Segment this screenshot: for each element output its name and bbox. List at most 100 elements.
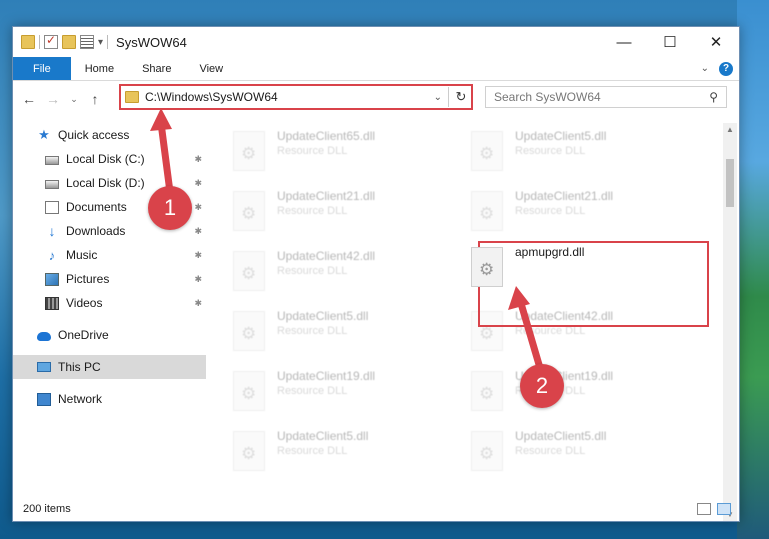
toolbar-separator (107, 35, 109, 49)
large-icons-view-icon[interactable] (717, 503, 731, 515)
close-button[interactable]: ✕ (693, 27, 739, 57)
tab-home[interactable]: Home (71, 57, 128, 80)
dll-file-icon (233, 311, 265, 351)
explorer-window: ▾ SysWOW64 — ☐ ✕ File Home Share View ⌄ … (12, 26, 740, 522)
properties-check-icon[interactable] (44, 33, 58, 49)
dll-file-icon (471, 247, 503, 287)
scrollbar-thumb[interactable] (726, 159, 734, 207)
search-box[interactable]: Search SysWOW64 ⚲ (485, 86, 727, 108)
folder-icon[interactable] (21, 35, 35, 49)
pin-icon[interactable]: ✱ (194, 250, 202, 261)
item-count: 200 items (23, 503, 71, 515)
pin-icon[interactable]: ✱ (194, 274, 202, 285)
quick-access-toolbar: ▾ (21, 33, 109, 49)
file-item[interactable]: UpdateClient21.dll Resource DLL (233, 183, 453, 239)
drive-icon (45, 179, 59, 189)
file-name: apmupgrd.dll (515, 245, 585, 259)
sidebar-item-network[interactable]: Network (13, 387, 206, 411)
file-item[interactable]: UpdateClient42.dll Resource DLL (233, 243, 453, 299)
dll-file-icon (233, 431, 265, 471)
toolbar-separator (39, 35, 40, 49)
sidebar-item-label: Local Disk (D:) (66, 176, 145, 190)
details-view-icon[interactable] (697, 503, 711, 515)
tab-share[interactable]: Share (128, 57, 185, 80)
dll-file-icon (233, 251, 265, 291)
file-name: UpdateClient5.dll (515, 429, 607, 443)
refresh-button[interactable]: ↻ (451, 89, 471, 105)
videos-icon (45, 296, 59, 310)
pin-icon[interactable]: ✱ (194, 154, 202, 165)
maximize-button[interactable]: ☐ (647, 27, 693, 57)
file-name: UpdateClient19.dll (277, 369, 376, 383)
file-type: Resource DLL (515, 205, 586, 217)
file-item[interactable]: UpdateClient5.dll Resource DLL (471, 123, 691, 179)
help-icon[interactable]: ? (719, 61, 733, 76)
pin-icon[interactable]: ✱ (194, 178, 202, 189)
address-path[interactable]: C:\Windows\SysWOW64 (145, 90, 434, 104)
status-bar: 200 items (13, 497, 739, 521)
search-placeholder[interactable]: Search SysWOW64 (494, 90, 709, 104)
file-type: Resource DLL (277, 265, 348, 277)
sidebar-item-videos[interactable]: Videos ✱ (13, 291, 206, 315)
sidebar-item-this-pc[interactable]: This PC (13, 355, 206, 379)
address-bar[interactable]: C:\Windows\SysWOW64 ⌄ ↻ (119, 84, 473, 110)
file-name: UpdateClient5.dll (515, 129, 607, 143)
sidebar-item-pictures[interactable]: Pictures ✱ (13, 267, 206, 291)
sidebar-item-label: Network (58, 392, 103, 406)
scroll-up-icon[interactable]: ▲ (723, 125, 737, 134)
file-item[interactable]: UpdateClient19.dllResource DLL (233, 363, 453, 419)
pin-icon[interactable]: ✱ (194, 226, 202, 237)
tab-view[interactable]: View (185, 57, 237, 80)
sidebar-item-label: Local Disk (C:) (66, 152, 145, 166)
dll-file-icon (233, 371, 265, 411)
sidebar-item-local-disk-c[interactable]: Local Disk (C:) ✱ (13, 147, 206, 171)
window-title: SysWOW64 (116, 34, 187, 50)
file-item[interactable]: UpdateClient65.dll Resource DLL (233, 123, 453, 179)
file-item[interactable]: UpdateClient5.dll Resource DLL (233, 423, 453, 479)
expand-ribbon-icon[interactable]: ⌄ (701, 63, 709, 74)
sidebar-item-music[interactable]: ♪ Music ✱ (13, 243, 206, 267)
file-item[interactable]: UpdateClient19.dllResource DLL (471, 363, 691, 419)
documents-icon (45, 200, 59, 214)
onedrive-icon (37, 331, 51, 341)
file-name: UpdateClient42.dll (277, 249, 376, 263)
address-field[interactable]: C:\Windows\SysWOW64 ⌄ (121, 87, 449, 107)
dll-file-icon (471, 191, 503, 231)
customize-toolbar-icon[interactable] (80, 35, 94, 49)
network-icon (37, 392, 51, 406)
view-switcher (697, 503, 739, 515)
file-type: Resource DLL (277, 145, 348, 157)
file-item-apmupgrd[interactable]: apmupgrd.dll (471, 243, 691, 299)
dll-file-icon (471, 131, 503, 171)
downloads-icon: ↓ (48, 223, 56, 239)
back-button[interactable]: ← (19, 91, 39, 107)
file-item[interactable]: UpdateClient5.dll Resource DLL (233, 303, 453, 359)
file-name: UpdateClient21.dll (515, 189, 614, 203)
vertical-scrollbar[interactable]: ▲ ▼ (723, 123, 737, 521)
computer-icon (37, 362, 51, 372)
recent-locations-button[interactable]: ⌄ (67, 94, 81, 105)
sidebar-item-onedrive[interactable]: OneDrive (13, 323, 206, 347)
up-button[interactable]: ↑ (85, 91, 105, 107)
file-item[interactable]: UpdateClient21.dll Resource DLL (471, 183, 691, 239)
file-type: Resource DLL (515, 445, 586, 457)
pin-icon[interactable]: ✱ (194, 298, 202, 309)
file-type: Resource DLL (277, 325, 348, 337)
file-type: Resource DLL (515, 145, 586, 157)
forward-button[interactable]: → (43, 91, 63, 107)
sidebar-item-quick-access[interactable]: ★ Quick access (13, 123, 206, 147)
dll-file-icon (471, 371, 503, 411)
dll-file-icon (233, 191, 265, 231)
sidebar-item-label: Downloads (66, 224, 126, 238)
minimize-button[interactable]: — (601, 27, 647, 57)
file-item[interactable]: UpdateClient5.dll Resource DLL (471, 423, 691, 479)
toolbar-dropdown-icon[interactable]: ▾ (98, 37, 103, 48)
pin-icon[interactable]: ✱ (194, 202, 202, 213)
navigation-pane: ★ Quick access Local Disk (C:) ✱ Local D… (13, 123, 206, 493)
star-icon: ★ (38, 127, 50, 142)
tab-file[interactable]: File (13, 57, 71, 80)
address-dropdown-icon[interactable]: ⌄ (434, 92, 448, 103)
search-icon[interactable]: ⚲ (709, 90, 718, 104)
new-folder-icon[interactable] (62, 35, 76, 49)
dll-file-icon (471, 431, 503, 471)
